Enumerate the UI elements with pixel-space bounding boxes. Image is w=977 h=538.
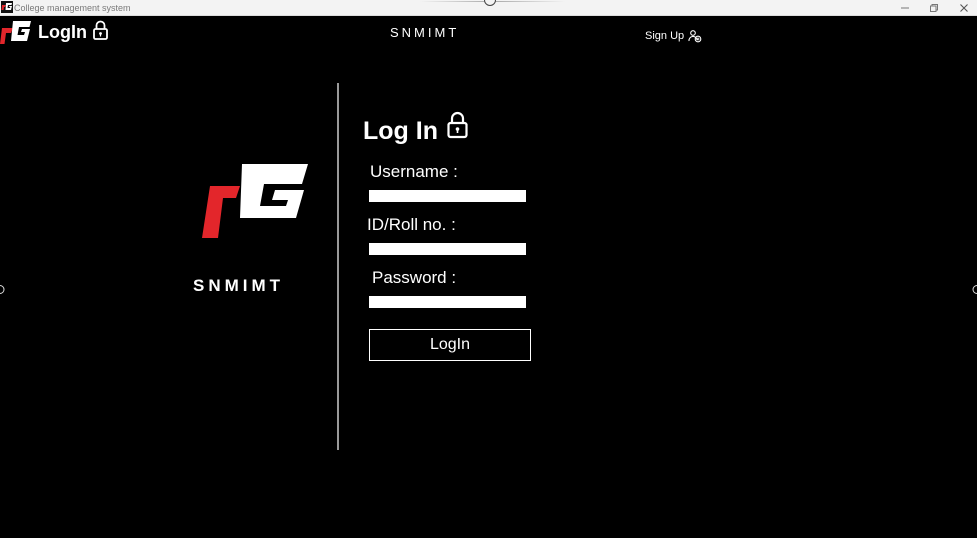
header-logo <box>0 21 31 44</box>
college-name: SNMIMT <box>193 276 285 295</box>
signup-label: Sign Up <box>645 30 685 42</box>
restore-icon <box>930 4 938 12</box>
minimize-button[interactable] <box>891 0 919 16</box>
signup-link[interactable]: Sign Up <box>645 29 702 43</box>
window-title: College management system <box>14 3 131 13</box>
header-brand: SNMIMT <box>390 25 460 40</box>
right-edge-handle[interactable] <box>972 285 977 294</box>
password-input[interactable] <box>369 296 526 308</box>
form-title: Log In <box>363 117 438 145</box>
snap-handle[interactable] <box>420 0 565 6</box>
vertical-divider <box>337 83 339 450</box>
close-icon <box>960 4 968 12</box>
id-roll-label: ID/Roll no. : <box>367 215 456 234</box>
app-window: College management system LogIn SNMIMT S… <box>0 0 977 538</box>
login-button[interactable]: LogIn <box>369 329 531 361</box>
app-logo-icon <box>1 1 13 13</box>
lock-icon <box>93 20 108 40</box>
minimize-icon <box>901 7 909 9</box>
id-roll-input[interactable] <box>369 243 526 255</box>
username-label: Username : <box>370 162 458 181</box>
lock-icon <box>447 111 468 139</box>
title-bar[interactable]: College management system <box>0 0 977 16</box>
college-logo <box>202 164 308 238</box>
password-label: Password : <box>372 268 457 287</box>
header-title: LogIn <box>38 22 87 42</box>
restore-button[interactable] <box>920 0 948 16</box>
left-edge-handle[interactable] <box>0 285 5 294</box>
username-input[interactable] <box>369 190 526 202</box>
close-button[interactable] <box>950 0 977 16</box>
user-add-icon <box>688 30 702 43</box>
